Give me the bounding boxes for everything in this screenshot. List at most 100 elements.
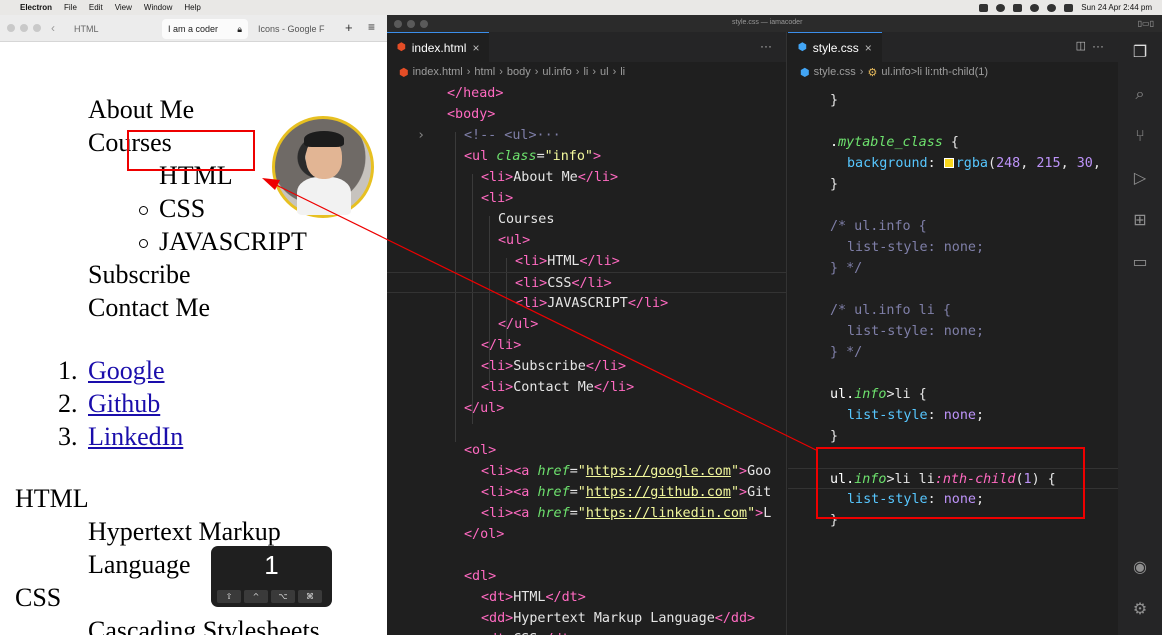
explorer-icon[interactable]: ❐ xyxy=(1130,42,1150,62)
editor-css[interactable]: ⬢ style.css × ◫ ··· ⬢ style.css › ⚙ ul.in… xyxy=(788,32,1118,635)
code-line: list-style: none; xyxy=(847,240,985,255)
color-swatch[interactable] xyxy=(943,158,954,168)
code-line: <ul> xyxy=(498,233,531,248)
close-icon[interactable]: × xyxy=(865,41,872,55)
css3-icon: ⬢ xyxy=(800,66,810,79)
breadcrumb: ⬢ style.css › ⚙ ul.info>li li:nth-child(1… xyxy=(800,66,989,79)
github-link[interactable]: Github xyxy=(88,389,160,419)
code-line: <ul class="info"> xyxy=(464,149,602,164)
window-title: style.css — iamacoder xyxy=(732,19,803,26)
split-editor-icon[interactable]: ◫ xyxy=(1076,39,1086,52)
code-line: </li> xyxy=(481,338,522,353)
breadcrumb-item[interactable]: li xyxy=(583,66,588,78)
code-line: <li><a href="https://google.com">Goo xyxy=(481,464,772,479)
code-line: /* ul.info { xyxy=(830,219,927,234)
tab-i-am-a-coder[interactable]: I am a coder 🔒︎ xyxy=(162,19,248,39)
bullet-icon xyxy=(139,206,148,215)
code-line-current: <li>CSS</li> xyxy=(387,272,786,293)
close-window-button[interactable] xyxy=(394,19,402,28)
fold-chevron-icon[interactable]: › xyxy=(417,125,425,146)
breadcrumb-item[interactable]: index.html xyxy=(413,66,463,78)
editor-tabbar: ⬢ style.css × ◫ ··· xyxy=(788,32,1118,62)
activity-bar: ❐ ⌕ ⑂ ▷ ⊞ ▭ ◉ ⚙ xyxy=(1118,32,1162,635)
minimize-window-button[interactable] xyxy=(20,24,28,32)
more-actions-icon[interactable]: ··· xyxy=(760,39,772,53)
status-icon[interactable] xyxy=(979,3,989,12)
tab-label: Icons - Google F xyxy=(258,24,325,34)
code-line: /* ul.info li { xyxy=(830,303,951,318)
html5-icon: ⬢ xyxy=(399,66,409,79)
code-line: <dd>Hypertext Markup Language</dd> xyxy=(481,611,756,626)
control-key-icon: ^ xyxy=(244,590,268,603)
status-icon[interactable] xyxy=(996,3,1006,12)
minimize-window-button[interactable] xyxy=(407,19,415,28)
selector-icon: ⚙ xyxy=(867,66,878,79)
code-area[interactable]: </head> <body> › <!-- <ul>··· <ul class="… xyxy=(387,86,786,635)
menu-window[interactable]: Window xyxy=(144,3,172,12)
control-center-icon[interactable] xyxy=(1064,3,1074,12)
clock[interactable]: Sun 24 Apr 2:44 pm xyxy=(1081,3,1152,12)
mac-menubar: Electron File Edit View Window Help Sun … xyxy=(0,0,1162,15)
remote-explorer-icon[interactable]: ▭ xyxy=(1130,252,1150,272)
code-line: <dt>CSS</dt> xyxy=(387,629,786,635)
breadcrumb-item[interactable]: style.css xyxy=(814,66,856,78)
code-line: <li><a href="https://github.com">Git xyxy=(481,485,772,500)
zoom-window-button[interactable] xyxy=(33,24,41,32)
bullet-icon xyxy=(139,239,148,248)
battery-icon[interactable] xyxy=(1013,3,1023,12)
layout-icon[interactable]: ▯▭▯ xyxy=(1138,19,1154,28)
extensions-icon[interactable]: ⊞ xyxy=(1130,210,1150,230)
tab-style-css[interactable]: ⬢ style.css × xyxy=(788,32,882,62)
run-debug-icon[interactable]: ▷ xyxy=(1130,168,1150,188)
breadcrumb-item[interactable]: ul.info xyxy=(542,66,571,78)
breadcrumb-item[interactable]: html xyxy=(474,66,495,78)
code-line: <li>About Me</li> xyxy=(481,170,619,185)
new-tab-icon[interactable]: + xyxy=(345,20,353,35)
breadcrumb-item[interactable]: ul xyxy=(600,66,609,78)
definition-term: CSS xyxy=(15,583,62,612)
window-controls xyxy=(387,19,428,28)
code-area[interactable]: } .mytable_class { background: rgba(248,… xyxy=(788,90,1118,635)
search-icon[interactable] xyxy=(1047,3,1057,12)
window-controls xyxy=(0,24,41,32)
code-line: } */ xyxy=(830,261,863,276)
menu-app-name[interactable]: Electron xyxy=(20,3,52,12)
breadcrumb-item[interactable]: body xyxy=(507,66,531,78)
browser-window: ‹ HTML I am a coder 🔒︎ Icons - Google F … xyxy=(0,15,387,635)
menu-icon[interactable]: ≡ xyxy=(368,20,375,34)
code-line: } xyxy=(830,177,839,192)
definition-desc: Hypertext Markup xyxy=(88,517,281,546)
keystroke-number: 1 xyxy=(264,550,279,580)
back-icon[interactable]: ‹ xyxy=(51,21,55,35)
code-line: <body> xyxy=(447,107,496,122)
breadcrumb-item[interactable]: ul.info>li li:nth-child(1) xyxy=(881,66,988,78)
more-actions-icon[interactable]: ··· xyxy=(1092,39,1104,53)
tab-index-html[interactable]: ⬢ index.html × xyxy=(387,32,490,62)
code-line: <li><a href="https://linkedin.com">L xyxy=(481,506,772,521)
tab-icons[interactable]: Icons - Google F xyxy=(252,19,331,39)
settings-gear-icon[interactable]: ⚙ xyxy=(1130,599,1150,619)
code-line: list-style: none; xyxy=(847,408,985,423)
tab-html[interactable]: HTML xyxy=(68,19,105,39)
account-icon[interactable]: ◉ xyxy=(1130,557,1150,577)
code-line: <dl> xyxy=(464,569,497,584)
close-window-button[interactable] xyxy=(7,24,15,32)
menu-help[interactable]: Help xyxy=(184,3,200,12)
linkedin-link[interactable]: LinkedIn xyxy=(88,422,183,452)
zoom-window-button[interactable] xyxy=(420,19,428,28)
list-item: CSS xyxy=(159,194,206,223)
source-control-icon[interactable]: ⑂ xyxy=(1130,126,1150,146)
menu-view[interactable]: View xyxy=(115,3,132,12)
definition-desc: Cascading Stylesheets xyxy=(88,616,320,635)
editor-html[interactable]: ⬢ index.html × ··· ⬢ index.html › html › b… xyxy=(387,32,787,635)
command-key-icon: ⌘ xyxy=(298,590,322,603)
menu-edit[interactable]: Edit xyxy=(89,3,103,12)
menu-file[interactable]: File xyxy=(64,3,77,12)
search-icon[interactable]: ⌕ xyxy=(1130,84,1150,104)
close-icon[interactable]: × xyxy=(472,41,479,55)
code-line: <li>Contact Me</li> xyxy=(481,380,635,395)
wifi-icon[interactable] xyxy=(1030,3,1040,12)
google-link[interactable]: Google xyxy=(88,356,165,386)
code-line: <li> xyxy=(481,191,514,206)
breadcrumb-item[interactable]: li xyxy=(620,66,625,78)
